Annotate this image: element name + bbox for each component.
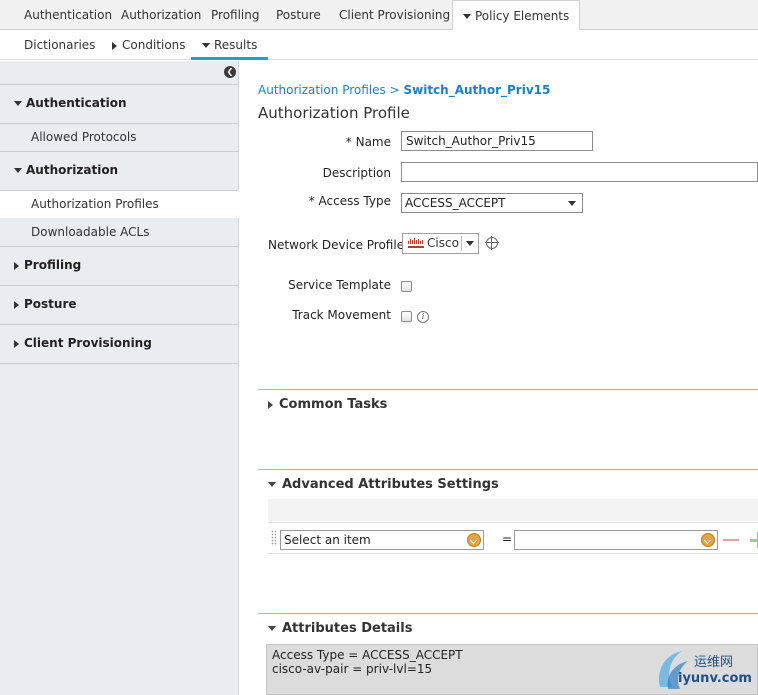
chevron-down-icon [701, 533, 715, 547]
attribute-table-header [268, 499, 758, 521]
sidebar-section-profiling[interactable]: Profiling [0, 247, 239, 286]
top-tab-client-provisioning[interactable]: Client Provisioning [339, 0, 450, 30]
drag-handle-icon[interactable] [271, 530, 276, 546]
chevron-down-icon [268, 482, 276, 487]
sidebar-item-allowed-protocols[interactable]: Allowed Protocols [0, 124, 239, 151]
top-tab-authentication[interactable]: Authentication [24, 0, 112, 30]
attribute-row: Select an item = [268, 522, 758, 554]
name-label: * Name [345, 135, 391, 149]
watermark: 运维网 iyunv.com [652, 645, 758, 695]
sidebar-section-label: Profiling [24, 258, 82, 272]
dictionary-attribute-placeholder: Select an item [284, 533, 371, 547]
sub-tab-label: Results [214, 38, 258, 52]
sidebar-section-posture[interactable]: Posture [0, 286, 239, 325]
name-field[interactable]: Switch_Author_Priv15 [401, 131, 593, 151]
chevron-down-icon [14, 168, 22, 173]
section-divider [258, 469, 758, 470]
breadcrumb-link-authorization-profiles[interactable]: Authorization Profiles [258, 83, 386, 97]
sidebar-section-label: Client Provisioning [24, 336, 152, 350]
chevron-down-icon [466, 241, 474, 246]
top-tab-authorization[interactable]: Authorization [121, 0, 201, 30]
main-content: Authorization Profiles > Switch_Author_P… [258, 61, 758, 695]
sidebar-section-authorization[interactable]: Authorization [0, 152, 239, 191]
sidebar-section-label: Posture [24, 297, 77, 311]
remove-row-icon[interactable] [723, 539, 739, 541]
network-device-profile-label: Network Device Profile [268, 238, 405, 252]
breadcrumb-separator: > [389, 83, 400, 97]
service-template-label: Service Template [288, 278, 391, 292]
section-divider [258, 613, 758, 614]
sub-tab-conditions[interactable]: Conditions [112, 30, 186, 60]
page-title: Authorization Profile [258, 104, 410, 122]
info-icon[interactable]: i [417, 311, 429, 323]
top-tab-policy-elements[interactable]: Policy Elements [452, 0, 581, 31]
watermark-text: 运维网 [694, 655, 734, 670]
chevron-down-icon [14, 101, 22, 106]
chevron-right-icon [14, 300, 19, 309]
top-nav-bar: Authentication Authorization Profiling P… [0, 0, 758, 31]
section-divider [258, 389, 758, 390]
dictionary-attribute-select[interactable]: Select an item [280, 530, 484, 550]
common-tasks-header[interactable]: Common Tasks [268, 397, 387, 412]
chevron-down-icon [568, 201, 576, 206]
sidebar: ❮ Authentication Allowed Protocols Autho… [0, 61, 239, 695]
chevron-down-icon [268, 626, 276, 631]
chevron-down-icon [467, 533, 481, 547]
access-type-value: ACCESS_ACCEPT [405, 196, 506, 210]
sub-tab-results[interactable]: Results [191, 30, 269, 60]
equals-sign: = [502, 532, 513, 546]
track-movement-checkbox[interactable] [401, 311, 412, 322]
breadcrumb-current: Switch_Author_Priv15 [403, 83, 551, 97]
sidebar-section-label: Authentication [26, 96, 127, 110]
chevron-down-icon [463, 14, 471, 19]
top-tab-label: Policy Elements [475, 9, 570, 23]
network-device-profile-value: Cisco [427, 236, 459, 250]
sidebar-section-authentication[interactable]: Authentication [0, 85, 239, 124]
watermark-swoosh-icon [658, 651, 688, 689]
sub-tab-dictionaries[interactable]: Dictionaries [24, 30, 95, 60]
section-title: Attributes Details [282, 621, 413, 636]
track-movement-label: Track Movement [292, 308, 391, 322]
cisco-logo-icon [408, 238, 424, 248]
description-label: Description [322, 166, 391, 180]
add-row-icon[interactable] [750, 532, 758, 548]
sub-tab-label: Conditions [122, 38, 186, 52]
attribute-value-select[interactable] [514, 530, 718, 550]
select-divider [461, 236, 462, 251]
sidebar-item-downloadable-acls[interactable]: Downloadable ACLs [0, 219, 239, 246]
sidebar-section-label: Authorization [26, 163, 119, 177]
chevron-right-icon [112, 41, 117, 50]
section-title: Advanced Attributes Settings [282, 477, 499, 492]
sidebar-item-authorization-profiles[interactable]: Authorization Profiles [0, 191, 239, 218]
chevron-right-icon [14, 261, 19, 270]
advanced-attributes-header[interactable]: Advanced Attributes Settings [268, 477, 499, 492]
crosshair-icon[interactable] [485, 236, 499, 250]
access-type-label: * Access Type [308, 194, 391, 208]
breadcrumb: Authorization Profiles > Switch_Author_P… [258, 83, 550, 97]
section-title: Common Tasks [279, 397, 388, 412]
chevron-right-icon [14, 339, 19, 348]
chevron-down-icon [202, 43, 210, 48]
top-tab-posture[interactable]: Posture [276, 0, 321, 30]
chevron-right-icon [268, 400, 273, 409]
network-device-profile-select[interactable]: Cisco [402, 233, 479, 254]
attributes-details-header[interactable]: Attributes Details [268, 621, 412, 636]
service-template-checkbox[interactable] [401, 281, 412, 292]
access-type-select[interactable]: ACCESS_ACCEPT [401, 193, 583, 213]
top-tab-profiling[interactable]: Profiling [211, 0, 260, 30]
collapse-sidebar-icon[interactable]: ❮ [224, 66, 236, 78]
sub-nav-bar: Dictionaries Conditions Results [0, 30, 758, 60]
sidebar-section-client-provisioning[interactable]: Client Provisioning [0, 325, 239, 364]
description-field[interactable] [401, 162, 758, 182]
watermark-url: iyunv.com [678, 671, 752, 686]
